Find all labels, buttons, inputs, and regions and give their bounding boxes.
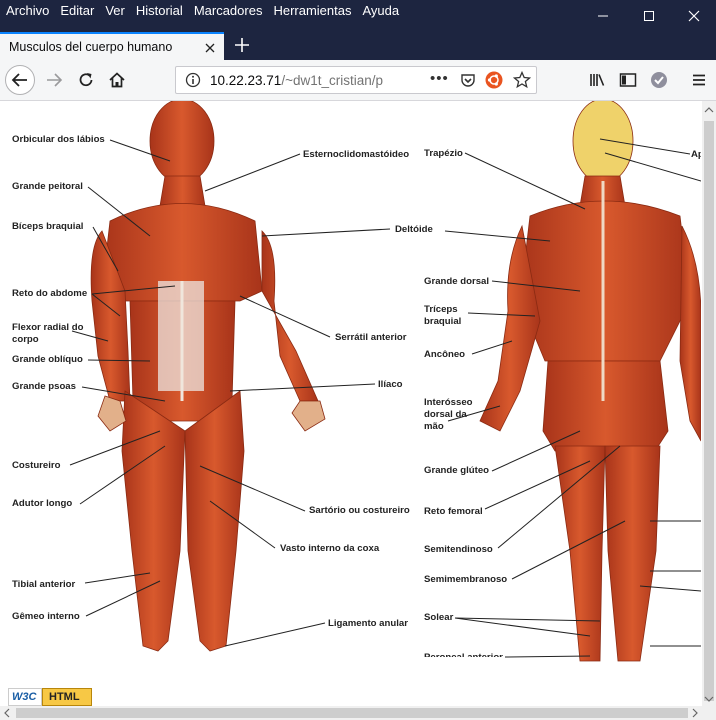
more-icon[interactable]: ••• <box>430 70 449 87</box>
scroll-right-icon[interactable] <box>688 706 702 720</box>
vertical-scrollbar[interactable] <box>702 101 716 706</box>
checkmark-circle-icon <box>651 72 667 88</box>
maximize-icon <box>644 11 654 21</box>
sidebar-icon <box>619 73 637 87</box>
home-icon <box>109 72 125 88</box>
label-peroneal: Peroneal anterior <box>424 652 503 657</box>
front-body-figure <box>90 101 326 652</box>
label-deltoide: Deltóide <box>395 224 433 235</box>
scroll-left-icon[interactable] <box>0 706 14 720</box>
menu-button[interactable] <box>685 66 713 94</box>
reload-icon <box>79 73 93 87</box>
info-icon[interactable] <box>185 72 201 88</box>
horizontal-scroll-thumb[interactable] <box>16 708 688 718</box>
label-grande-gluteo: Grande glúteo <box>424 465 490 476</box>
label-ligamento-anular: Ligamento anular <box>328 618 408 629</box>
menu-items: Archivo Editar Ver Historial Marcadores … <box>6 3 410 18</box>
label-interosseo: Interósseo <box>424 397 473 408</box>
label-interosseo-2: dorsal da <box>424 409 467 420</box>
tab-strip: Musculos del cuerpo humano <box>0 32 716 60</box>
library-icon <box>590 74 605 86</box>
label-ancôneo: Ancôneo <box>424 349 466 360</box>
url-path: /~dw1t_cristian/p <box>281 73 384 88</box>
minimize-icon <box>598 15 608 17</box>
label-semitendinoso: Semitendinoso <box>424 544 493 555</box>
menu-herramientas[interactable]: Herramientas <box>273 3 351 18</box>
label-reto-femoral: Reto femoral <box>424 506 483 517</box>
label-adutor-longo: Adutor longo <box>12 498 73 509</box>
forward-button[interactable] <box>40 66 68 94</box>
menu-archivo[interactable]: Archivo <box>6 3 49 18</box>
label-biceps: Bíceps braquial <box>12 221 84 232</box>
menu-historial[interactable]: Historial <box>136 3 183 18</box>
label-grande-peitoral: Grande peitoral <box>12 181 83 192</box>
label-serratil: Serrátil anterior <box>335 332 407 343</box>
close-window-button[interactable] <box>671 0 716 32</box>
home-button[interactable] <box>103 66 131 94</box>
label-interosseo-3: mão <box>424 421 444 432</box>
star-icon[interactable] <box>513 71 531 89</box>
new-tab-button[interactable] <box>230 33 254 57</box>
label-grande-psoas: Grande psoas <box>12 381 76 392</box>
vertical-scroll-thumb[interactable] <box>704 121 714 701</box>
page-content: Orbicular dos lábios Grande peitoral Bíc… <box>0 101 701 720</box>
label-grande-obliquo: Grande oblíquo <box>12 354 83 365</box>
tab-close-icon[interactable] <box>204 37 216 59</box>
w3c-html-badge[interactable]: W3C HTML <box>8 688 92 706</box>
menu-editar[interactable]: Editar <box>60 3 94 18</box>
label-sartorio: Sartório ou costureiro <box>309 505 410 516</box>
label-edge-ap: Ap <box>691 149 701 160</box>
label-flexor-radial-2: corpo <box>12 334 39 345</box>
menu-marcadores[interactable]: Marcadores <box>194 3 263 18</box>
arrow-left-icon <box>11 73 27 87</box>
url-text[interactable]: 10.22.23.71/~dw1t_cristian/p <box>210 73 410 88</box>
url-host: 10.22.23.71 <box>210 73 282 88</box>
scroll-up-icon[interactable] <box>702 103 716 117</box>
w3c-logo: W3C <box>8 688 42 706</box>
label-reto-abdome: Reto do abdome <box>12 288 88 299</box>
url-bar[interactable]: 10.22.23.71/~dw1t_cristian/p ••• <box>175 66 537 94</box>
plus-icon <box>235 38 249 52</box>
menu-ver[interactable]: Ver <box>105 3 125 18</box>
horizontal-scrollbar[interactable] <box>0 706 716 720</box>
label-grande-dorsal: Grande dorsal <box>424 276 490 287</box>
label-semimembranoso: Semimembranoso <box>424 574 508 585</box>
library-button[interactable] <box>583 66 611 94</box>
ubuntu-icon[interactable] <box>485 71 503 89</box>
maximize-button[interactable] <box>626 0 672 32</box>
label-gemeo-interno: Gêmeo interno <box>12 611 80 622</box>
reload-button[interactable] <box>72 66 100 94</box>
back-button[interactable] <box>5 65 35 95</box>
label-vasto-interno: Vasto interno da coxa <box>280 543 380 554</box>
menu-ayuda[interactable]: Ayuda <box>362 3 399 18</box>
back-body-figure <box>479 101 701 662</box>
label-costureiro: Costureiro <box>12 460 61 471</box>
arrow-right-icon <box>47 73 63 87</box>
pocket-icon[interactable] <box>460 72 476 88</box>
label-flexor-radial: Flexor radial do <box>12 322 84 333</box>
close-icon <box>688 10 700 22</box>
minimize-button[interactable] <box>580 0 626 32</box>
label-trapezio: Trapézio <box>424 148 463 159</box>
navigation-toolbar: 10.22.23.71/~dw1t_cristian/p ••• <box>0 60 716 101</box>
scroll-down-icon[interactable] <box>702 692 716 706</box>
badge-text: HTML <box>42 688 92 706</box>
tab-active[interactable]: Musculos del cuerpo humano <box>0 32 224 60</box>
sidebar-button[interactable] <box>614 66 642 94</box>
label-esternoclidomastoideo: Esternoclidomastóideo <box>303 149 410 160</box>
hamburger-icon <box>693 74 705 86</box>
menu-bar: Archivo Editar Ver Historial Marcadores … <box>0 0 716 32</box>
tab-title: Musculos del cuerpo humano <box>9 40 173 54</box>
label-triceps-2: braquial <box>424 316 462 327</box>
label-orbicular: Orbicular dos lábios <box>12 134 105 145</box>
extension-button[interactable] <box>645 66 673 94</box>
label-iliaco: Ilíaco <box>378 379 403 390</box>
label-tibial-anterior: Tibial anterior <box>12 579 76 590</box>
label-solear: Solear <box>424 612 454 623</box>
label-triceps: Tríceps <box>424 304 458 315</box>
